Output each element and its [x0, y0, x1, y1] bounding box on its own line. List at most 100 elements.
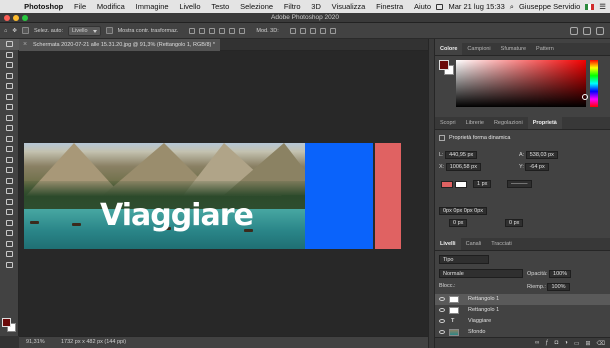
lasso-tool[interactable]	[0, 60, 19, 71]
gradient-tool[interactable]	[0, 165, 19, 176]
tab-campioni[interactable]: Campioni	[462, 43, 495, 55]
viaggiare-text-layer[interactable]: Viaggiare	[100, 201, 254, 231]
corner-2-field[interactable]: 0 px	[505, 219, 524, 227]
new-group-icon[interactable]: ▭	[574, 340, 580, 347]
hand-tool[interactable]	[0, 239, 19, 250]
workspace-icon[interactable]	[583, 27, 591, 35]
shape-fill-swatch[interactable]	[441, 181, 453, 188]
align-top-icon[interactable]	[219, 27, 226, 34]
new-layer-icon[interactable]: ⊞	[585, 340, 590, 347]
corner-1-field[interactable]: 0 px	[449, 219, 468, 227]
marquee-tool[interactable]	[0, 50, 19, 61]
dodge-tool[interactable]	[0, 186, 19, 197]
home-icon[interactable]: ⌂	[4, 28, 7, 34]
x-field[interactable]: 1006,58 px	[445, 163, 481, 171]
zoom-level[interactable]: 91,31%	[26, 337, 45, 348]
menu-immagine[interactable]: Immagine	[130, 2, 174, 11]
align-center-icon[interactable]	[199, 27, 206, 34]
brush-tool[interactable]	[0, 123, 19, 134]
menu-3d[interactable]: 3D	[306, 2, 326, 11]
tab-proprieta[interactable]: Proprietà	[527, 117, 562, 129]
color-swatches[interactable]	[2, 318, 16, 332]
frame-tool[interactable]	[0, 92, 19, 103]
tab-livelli[interactable]: Livelli	[435, 238, 461, 250]
tab-tracciati[interactable]: Tracciati	[486, 238, 517, 250]
path-select-tool[interactable]	[0, 218, 19, 229]
eraser-tool[interactable]	[0, 155, 19, 166]
align-right-icon[interactable]	[209, 27, 216, 34]
menu-filtro[interactable]: Filtro	[278, 2, 305, 11]
document-tab[interactable]: × Schermata 2020-07-21 alle 15.31.20.jpg…	[19, 39, 220, 51]
blue-rectangle[interactable]	[305, 143, 373, 249]
delete-layer-icon[interactable]: ⌫	[597, 340, 605, 347]
tab-librerie[interactable]: Librerie	[461, 117, 489, 129]
battery-icon[interactable]	[436, 3, 444, 10]
height-field[interactable]: 538,03 px	[525, 151, 558, 159]
clock[interactable]: Mar 21 lug 15:33	[448, 2, 504, 11]
adjustment-layer-icon[interactable]: ◑	[564, 340, 568, 346]
visibility-eye-icon[interactable]	[439, 330, 445, 334]
visibility-eye-icon[interactable]	[439, 319, 445, 323]
pen-tool[interactable]	[0, 197, 19, 208]
3d-roll-icon[interactable]	[299, 27, 306, 34]
foreground-color-swatch[interactable]	[2, 318, 11, 327]
hue-slider[interactable]	[590, 60, 598, 107]
search-icon[interactable]: ⌕	[510, 2, 514, 12]
layer-row[interactable]: Rettangolo 1	[435, 305, 610, 316]
share-icon[interactable]	[596, 27, 604, 35]
canvas-area[interactable]: Viaggiare	[19, 51, 428, 336]
menu-testo[interactable]: Testo	[206, 2, 235, 11]
link-layers-icon[interactable]: ∞	[535, 340, 539, 346]
fill-field[interactable]: 100%	[547, 283, 570, 291]
clone-stamp-tool[interactable]	[0, 134, 19, 145]
quick-select-tool[interactable]	[0, 71, 19, 82]
auto-select-dropdown[interactable]: Livello	[67, 25, 101, 36]
tab-regolazioni[interactable]: Regolazioni	[489, 117, 528, 129]
opacity-field[interactable]: 100%	[549, 270, 572, 278]
close-tab-icon[interactable]: ×	[23, 39, 27, 51]
3d-slide-icon[interactable]	[319, 27, 326, 34]
crop-tool[interactable]	[0, 81, 19, 92]
3d-rotate-icon[interactable]	[289, 27, 296, 34]
healing-tool[interactable]	[0, 113, 19, 124]
layer-row[interactable]: Rettangolo 1	[435, 294, 610, 305]
menu-selezione[interactable]: Selezione	[235, 2, 279, 11]
shape-stroke-swatch[interactable]	[455, 181, 467, 188]
menu-app[interactable]: Photoshop	[19, 2, 69, 11]
picker-foreground-swatch[interactable]	[439, 60, 449, 70]
width-field[interactable]: 440,95 px	[445, 151, 478, 159]
menu-visualizza[interactable]: Visualizza	[326, 2, 370, 11]
auto-select-checkbox[interactable]	[21, 27, 29, 34]
menu-finestra[interactable]: Finestra	[371, 2, 409, 11]
user-name[interactable]: Giuseppe Servidio	[519, 2, 580, 11]
type-tool[interactable]	[0, 207, 19, 218]
corner-radius-field[interactable]: 0px 0px 0px 0px	[439, 207, 488, 215]
rectangle-tool[interactable]	[0, 228, 19, 239]
zoom-tool[interactable]	[0, 249, 19, 260]
align-middle-icon[interactable]	[229, 27, 236, 34]
red-rectangle[interactable]	[375, 143, 401, 249]
history-brush-tool[interactable]	[0, 144, 19, 155]
italy-flag-icon[interactable]	[585, 3, 595, 10]
3d-scale-icon[interactable]	[329, 27, 336, 34]
move-tool-icon[interactable]: ✥	[12, 28, 17, 34]
3d-drag-icon[interactable]	[309, 27, 316, 34]
stroke-type-dropdown[interactable]: ———	[507, 180, 532, 188]
color-picker-cursor[interactable]	[582, 94, 588, 100]
transform-controls-checkbox[interactable]	[105, 27, 113, 34]
tab-canali[interactable]: Canali	[461, 238, 487, 250]
more-tools[interactable]	[0, 260, 19, 271]
align-left-icon[interactable]	[189, 27, 196, 34]
color-field[interactable]	[456, 60, 586, 107]
blend-mode-dropdown[interactable]: Normale	[439, 269, 523, 278]
tab-scopri[interactable]: Scopri	[435, 117, 461, 129]
menu-aiuto[interactable]: Aiuto	[409, 2, 437, 11]
menu-file[interactable]: File	[69, 2, 92, 11]
layer-style-icon[interactable]: ƒ	[545, 340, 548, 346]
eyedropper-tool[interactable]	[0, 102, 19, 113]
move-tool[interactable]	[0, 39, 19, 50]
blur-tool[interactable]	[0, 176, 19, 187]
visibility-eye-icon[interactable]	[439, 297, 445, 301]
tab-sfumature[interactable]: Sfumature	[496, 43, 531, 55]
layer-filter-dropdown[interactable]: Tipo	[439, 255, 489, 264]
